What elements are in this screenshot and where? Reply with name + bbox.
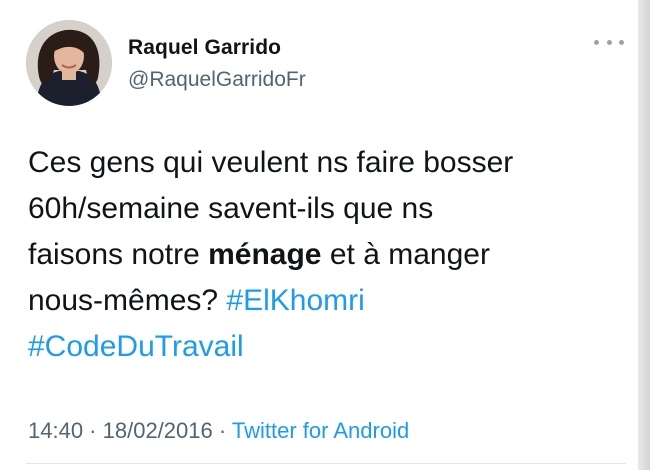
tweet-line-3: faisons notre ménage et à manger <box>28 232 618 278</box>
tweet-line-5: #CodeDuTravail <box>28 324 618 370</box>
more-dots-icon <box>606 39 612 45</box>
author-handle[interactable]: @RaquelGarridoFr <box>128 68 306 92</box>
tweet-card: Raquel Garrido @RaquelGarridoFr Ces gens… <box>0 0 638 470</box>
author-name[interactable]: Raquel Garrido <box>128 36 281 60</box>
tweet-text-segment: et à manger <box>321 238 490 271</box>
divider <box>26 463 626 464</box>
tweet-meta: 14:40 · 18/02/2016 · Twitter for Android <box>28 418 409 444</box>
more-dots-icon <box>619 39 624 45</box>
hashtag-link[interactable]: #CodeDuTravail <box>28 330 244 363</box>
tweet-source-link[interactable]: Twitter for Android <box>232 418 409 443</box>
meta-separator: · <box>212 418 232 443</box>
meta-separator: · <box>83 418 103 443</box>
tweet-text-segment: nous-mêmes? <box>28 284 227 317</box>
tweet-time[interactable]: 14:40 <box>28 418 83 443</box>
screen-edge <box>638 0 650 470</box>
tweet-line-4: nous-mêmes? #ElKhomri <box>28 278 618 324</box>
tweet-text-segment: faisons notre <box>28 238 209 271</box>
tweet-bold-word: ménage <box>208 238 322 271</box>
avatar[interactable] <box>26 20 112 106</box>
tweet-date[interactable]: 18/02/2016 <box>103 418 213 443</box>
more-options-button[interactable] <box>594 32 624 52</box>
tweet-line-2: 60h/semaine savent-ils que ns <box>28 192 434 225</box>
tweet-line-1: Ces gens qui veulent ns faire bosser <box>28 146 514 179</box>
more-dots-icon <box>594 39 599 45</box>
hashtag-link[interactable]: #ElKhomri <box>226 284 364 317</box>
tweet-text: Ces gens qui veulent ns faire bosser 60h… <box>28 140 618 370</box>
avatar-photo <box>26 20 112 106</box>
